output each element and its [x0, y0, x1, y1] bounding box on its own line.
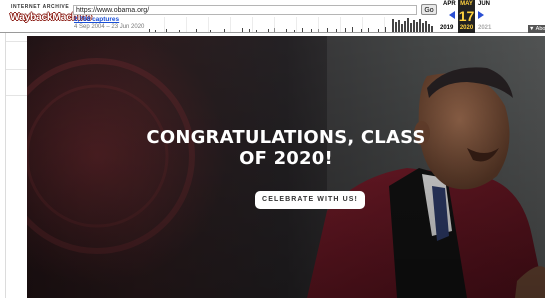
next-capture-arrow-icon[interactable]: [478, 11, 484, 19]
current-month-label: MAY: [460, 1, 473, 7]
go-button[interactable]: Go: [421, 4, 437, 15]
gutter-divider: [5, 69, 27, 70]
capture-sparkline[interactable]: [146, 17, 436, 32]
gutter-divider: [5, 41, 27, 42]
gutter-divider: [5, 95, 27, 96]
wayback-logo[interactable]: INTERNET ARCHIVE WaybackMachine: [10, 4, 92, 28]
headline-line-1: CONGRATULATIONS, CLASS: [146, 127, 426, 148]
hero-banner: CONGRATULATIONS, CLASS OF 2020! CELEBRAT…: [27, 36, 545, 298]
capture-date-range: 4 Sep 2004 – 23 Jun 2020: [74, 24, 145, 30]
wayback-toolbar: INTERNET ARCHIVE WaybackMachine https://…: [0, 0, 545, 33]
next-month-label[interactable]: JUN: [478, 1, 490, 7]
current-capture-date: MAY 17 2020: [458, 0, 475, 33]
left-border-line: [5, 33, 6, 298]
about-capture-button[interactable]: ▼ Abo: [528, 25, 545, 33]
url-input[interactable]: https://www.obama.org/: [73, 5, 417, 15]
prev-year-label[interactable]: 2019: [440, 25, 453, 31]
wayback-logo-caption: INTERNET ARCHIVE: [11, 4, 70, 10]
current-day-label: 17: [458, 8, 475, 24]
sparkline-year-dividers: [164, 17, 385, 32]
captures-link[interactable]: 2,788 captures: [74, 16, 119, 23]
headline-line-2: OF 2020!: [239, 148, 333, 169]
prev-capture-arrow-icon[interactable]: [449, 11, 455, 19]
current-year-label: 2020: [459, 25, 474, 31]
hero-headline: CONGRATULATIONS, CLASS OF 2020!: [27, 127, 545, 169]
sparkline-bars: [149, 18, 433, 32]
prev-month-label[interactable]: APR: [443, 1, 456, 7]
next-year-label[interactable]: 2021: [478, 25, 491, 31]
celebrate-button[interactable]: CELEBRATE WITH US!: [255, 191, 365, 209]
